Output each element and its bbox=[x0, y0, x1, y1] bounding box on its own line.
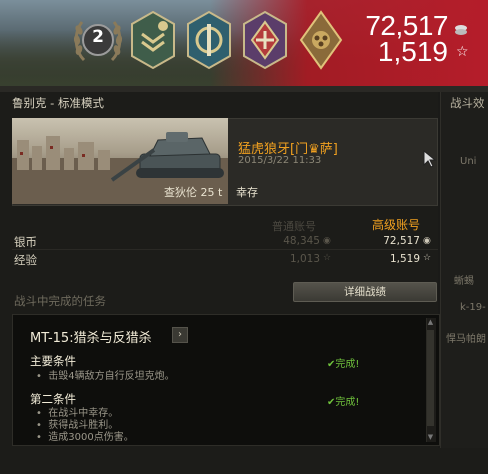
right-player-name-4[interactable]: 悍马帕朗 bbox=[446, 330, 486, 345]
xp-star-icon: ☆ bbox=[456, 44, 469, 60]
row-divider bbox=[12, 249, 438, 250]
silver-icon: ◉ bbox=[423, 236, 431, 246]
premium-account-header: 高级账号 bbox=[372, 218, 421, 232]
tank-name: 查狄伦 25 t bbox=[164, 186, 223, 199]
condition-text: 造成3000点伤害。 bbox=[48, 432, 134, 443]
tank-icon bbox=[110, 132, 224, 182]
right-player-name-1[interactable]: Uni bbox=[460, 156, 476, 167]
second-condition-item: • 造成3000点伤害。 bbox=[36, 432, 134, 443]
condition-text: 击毁4辆敌方自行反坦克炮。 bbox=[48, 371, 175, 382]
medal-knuckle-icon[interactable] bbox=[296, 10, 346, 70]
xp-star-icon: ☆ bbox=[323, 253, 332, 263]
second-status-text: 完成! bbox=[335, 397, 360, 408]
main-condition-item: • 击毁4辆敌方自行反坦克炮。 bbox=[36, 371, 175, 382]
battle-datetime: 2015/3/22 11:33 bbox=[238, 155, 322, 166]
mission-title[interactable]: MT-15:猎杀与反猎杀 bbox=[30, 327, 152, 346]
panel-footer bbox=[0, 448, 488, 474]
basic-account-header: 普通账号 bbox=[272, 220, 316, 233]
main-condition-status: ✔完成! bbox=[327, 355, 359, 370]
silver-icon: ◉ bbox=[323, 236, 331, 246]
credits-basic-value: 48,345 bbox=[283, 235, 320, 247]
medal-chevron-icon[interactable] bbox=[128, 10, 178, 70]
scroll-up-arrow-icon[interactable]: ▲ bbox=[426, 318, 435, 327]
medal-tank-icon[interactable] bbox=[240, 10, 290, 70]
mission-details-arrow-button[interactable]: › bbox=[172, 327, 188, 343]
detailed-report-button[interactable]: 详细战绩 bbox=[293, 282, 437, 302]
vehicle-status: 幸存 bbox=[236, 186, 258, 199]
scrollbar-thumb[interactable] bbox=[427, 330, 434, 426]
chevron-right-icon: › bbox=[178, 329, 182, 340]
medal-sword-icon[interactable] bbox=[184, 10, 234, 70]
mastery-badge-number: 2 bbox=[92, 27, 104, 47]
main-status-text: 完成! bbox=[335, 359, 360, 370]
second-condition-status: ✔完成! bbox=[327, 393, 359, 408]
silver-coin-icon bbox=[454, 21, 468, 40]
xp-basic-value: 1,013 bbox=[289, 253, 320, 265]
reward-xp-value: 1,519 bbox=[377, 36, 448, 67]
scroll-down-arrow-icon[interactable]: ▼ bbox=[426, 433, 435, 442]
team-efficiency-title: 战斗效 bbox=[450, 96, 485, 110]
credits-premium-value: 72,517 bbox=[383, 235, 420, 247]
right-player-name-3[interactable]: k-19- bbox=[460, 302, 486, 313]
missions-section-title: 战斗中完成的任务 bbox=[14, 294, 106, 308]
xp-premium-value: 1,519 bbox=[389, 253, 420, 265]
right-player-name-2[interactable]: 蜥蜴 bbox=[454, 272, 474, 287]
map-and-mode-title: 鲁别克 - 标准模式 bbox=[12, 96, 104, 110]
xp-star-icon: ☆ bbox=[423, 253, 432, 263]
reward-xp-total: 1,519 bbox=[378, 36, 448, 68]
mouse-cursor-icon bbox=[423, 150, 437, 168]
credits-label: 银币 bbox=[14, 235, 37, 249]
xp-label: 经验 bbox=[14, 253, 37, 267]
